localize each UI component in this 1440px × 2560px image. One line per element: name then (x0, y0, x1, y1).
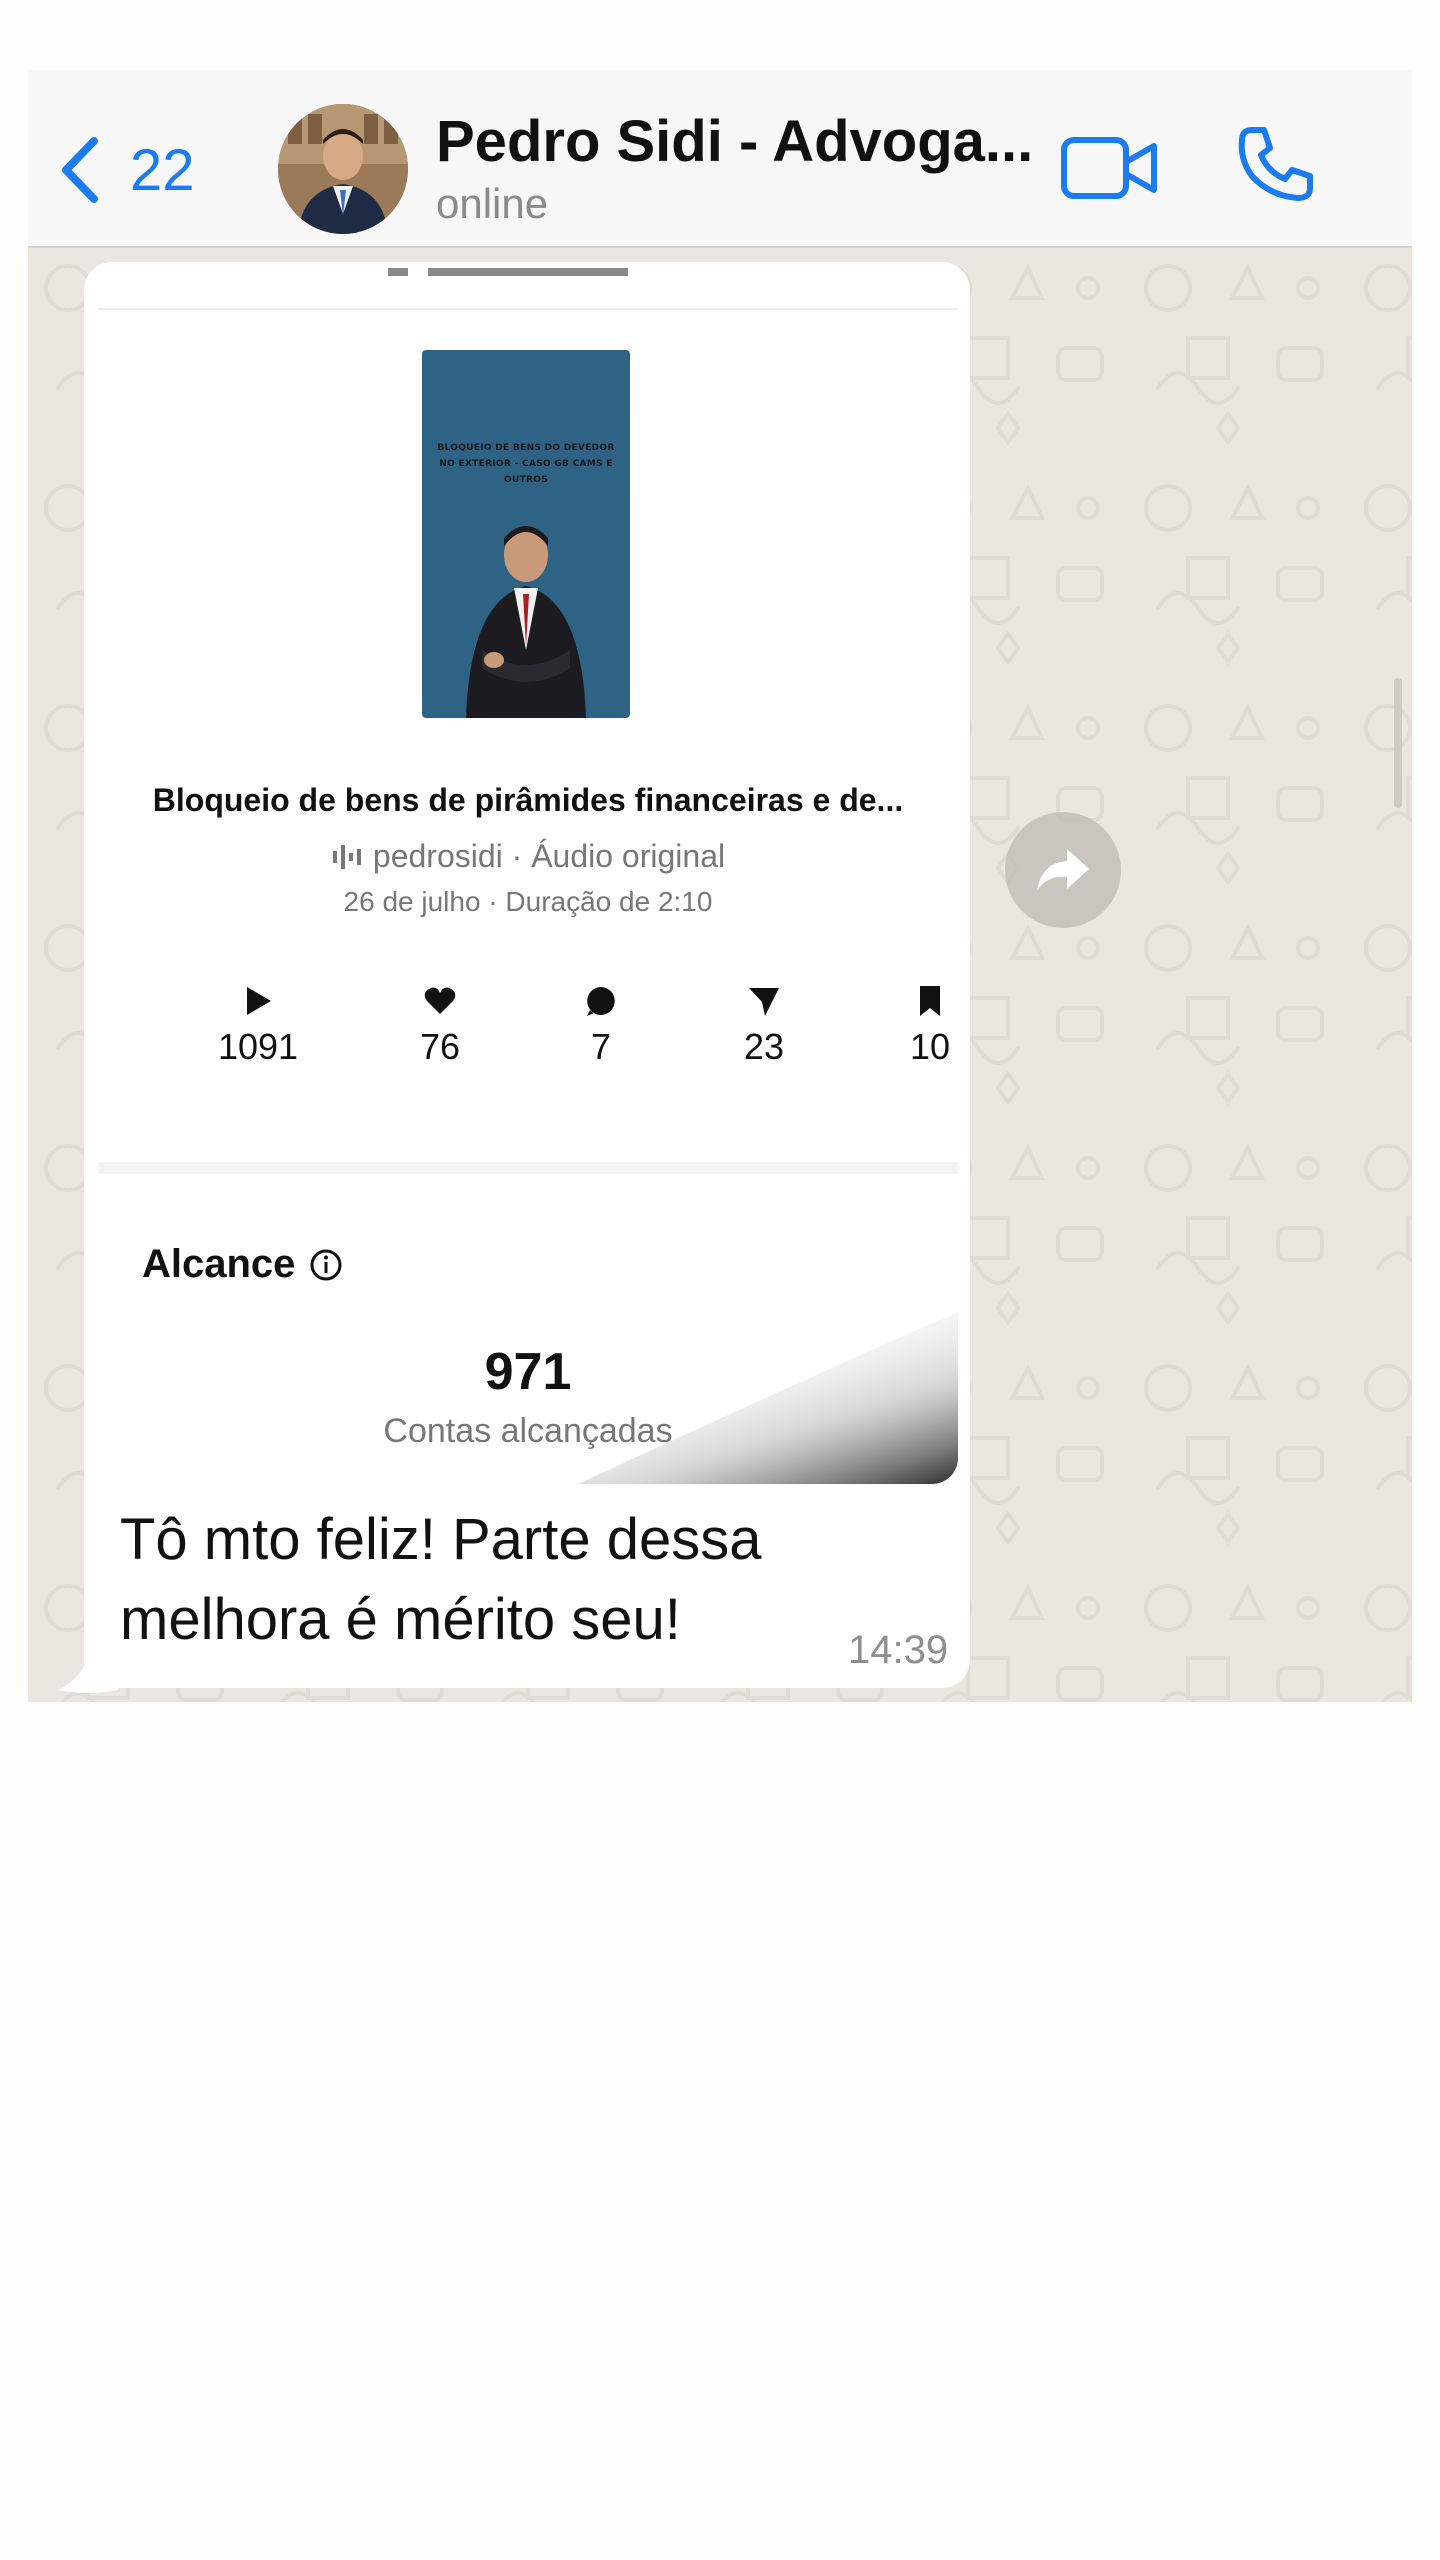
stat-likes: 76 (370, 984, 510, 1068)
chevron-left-icon (62, 137, 98, 203)
voice-call-button[interactable] (1234, 122, 1318, 206)
scrollbar-thumb[interactable] (1394, 678, 1402, 808)
section-divider (98, 1162, 958, 1174)
stat-saves: 10 (860, 984, 958, 1068)
chat-area: BLOQUEIO DE BENS DO DEVEDOR NO EXTERIOR … (28, 248, 1412, 1702)
phone-icon (1238, 127, 1313, 201)
forward-arrow-icon (1037, 849, 1089, 891)
stat-comments: 7 (531, 984, 671, 1068)
reach-caption: Contas alcançadas (383, 1412, 673, 1450)
bubble-tail (58, 1656, 118, 1693)
shares-count: 23 (743, 1026, 785, 1067)
info-icon (310, 1249, 342, 1280)
message-time: 14:39 (848, 1628, 949, 1672)
divider (98, 308, 958, 310)
cropped-header-text (388, 268, 628, 276)
reel-date-duration: 26 de julho · Duração de 2:10 (343, 886, 713, 917)
reach-label: Alcance (142, 1242, 296, 1286)
reach-value: 971 (484, 1343, 572, 1401)
heart-icon (424, 987, 456, 1014)
person-figure (466, 526, 586, 718)
play-icon (247, 987, 271, 1015)
contact-name[interactable]: Pedro Sidi - Advoga... (436, 108, 1033, 175)
reach-heading: Alcance (142, 1242, 343, 1287)
message-text: Tô mto feliz! Parte dessa melhora é méri… (120, 1507, 762, 1652)
audio-waveform-icon (332, 844, 361, 869)
whatsapp-chat-window: 22 Pedro Sidi - Advoga... online BLOQUEI… (28, 70, 1412, 1702)
send-icon (749, 988, 779, 1016)
back-button[interactable]: 22 (58, 130, 195, 210)
reel-title: Bloqueio de bens de pirâmides financeira… (152, 782, 904, 818)
chat-header: 22 Pedro Sidi - Advoga... online (28, 70, 1412, 248)
reel-author-line: pedrosidi · Áudio original (98, 838, 958, 875)
comment-icon (587, 987, 615, 1016)
video-camera-icon (1061, 137, 1157, 199)
forward-button[interactable] (1005, 812, 1121, 928)
contact-avatar[interactable] (278, 104, 408, 234)
reel-stats: 1091 76 7 23 10 (98, 984, 958, 1104)
contact-status: online (436, 180, 549, 227)
stat-plays: 1091 (188, 984, 328, 1068)
stat-shares: 23 (694, 984, 834, 1068)
reel-cover-image: BLOQUEIO DE BENS DO DEVEDOR NO EXTERIOR … (422, 350, 630, 718)
likes-count: 76 (419, 1026, 461, 1067)
bookmark-icon (920, 986, 940, 1016)
comments-count: 7 (590, 1026, 612, 1067)
reel-insights-screenshot[interactable]: BLOQUEIO DE BENS DO DEVEDOR NO EXTERIOR … (98, 262, 958, 1484)
avatar-photo (278, 104, 408, 234)
reel-author: pedrosidi · Áudio original (372, 838, 726, 874)
incoming-message-bubble[interactable]: BLOQUEIO DE BENS DO DEVEDOR NO EXTERIOR … (84, 262, 970, 1688)
unread-count: 22 (130, 137, 195, 203)
plays-count: 1091 (217, 1026, 299, 1067)
saves-count: 10 (909, 1026, 951, 1067)
video-call-button[interactable] (1060, 128, 1160, 208)
